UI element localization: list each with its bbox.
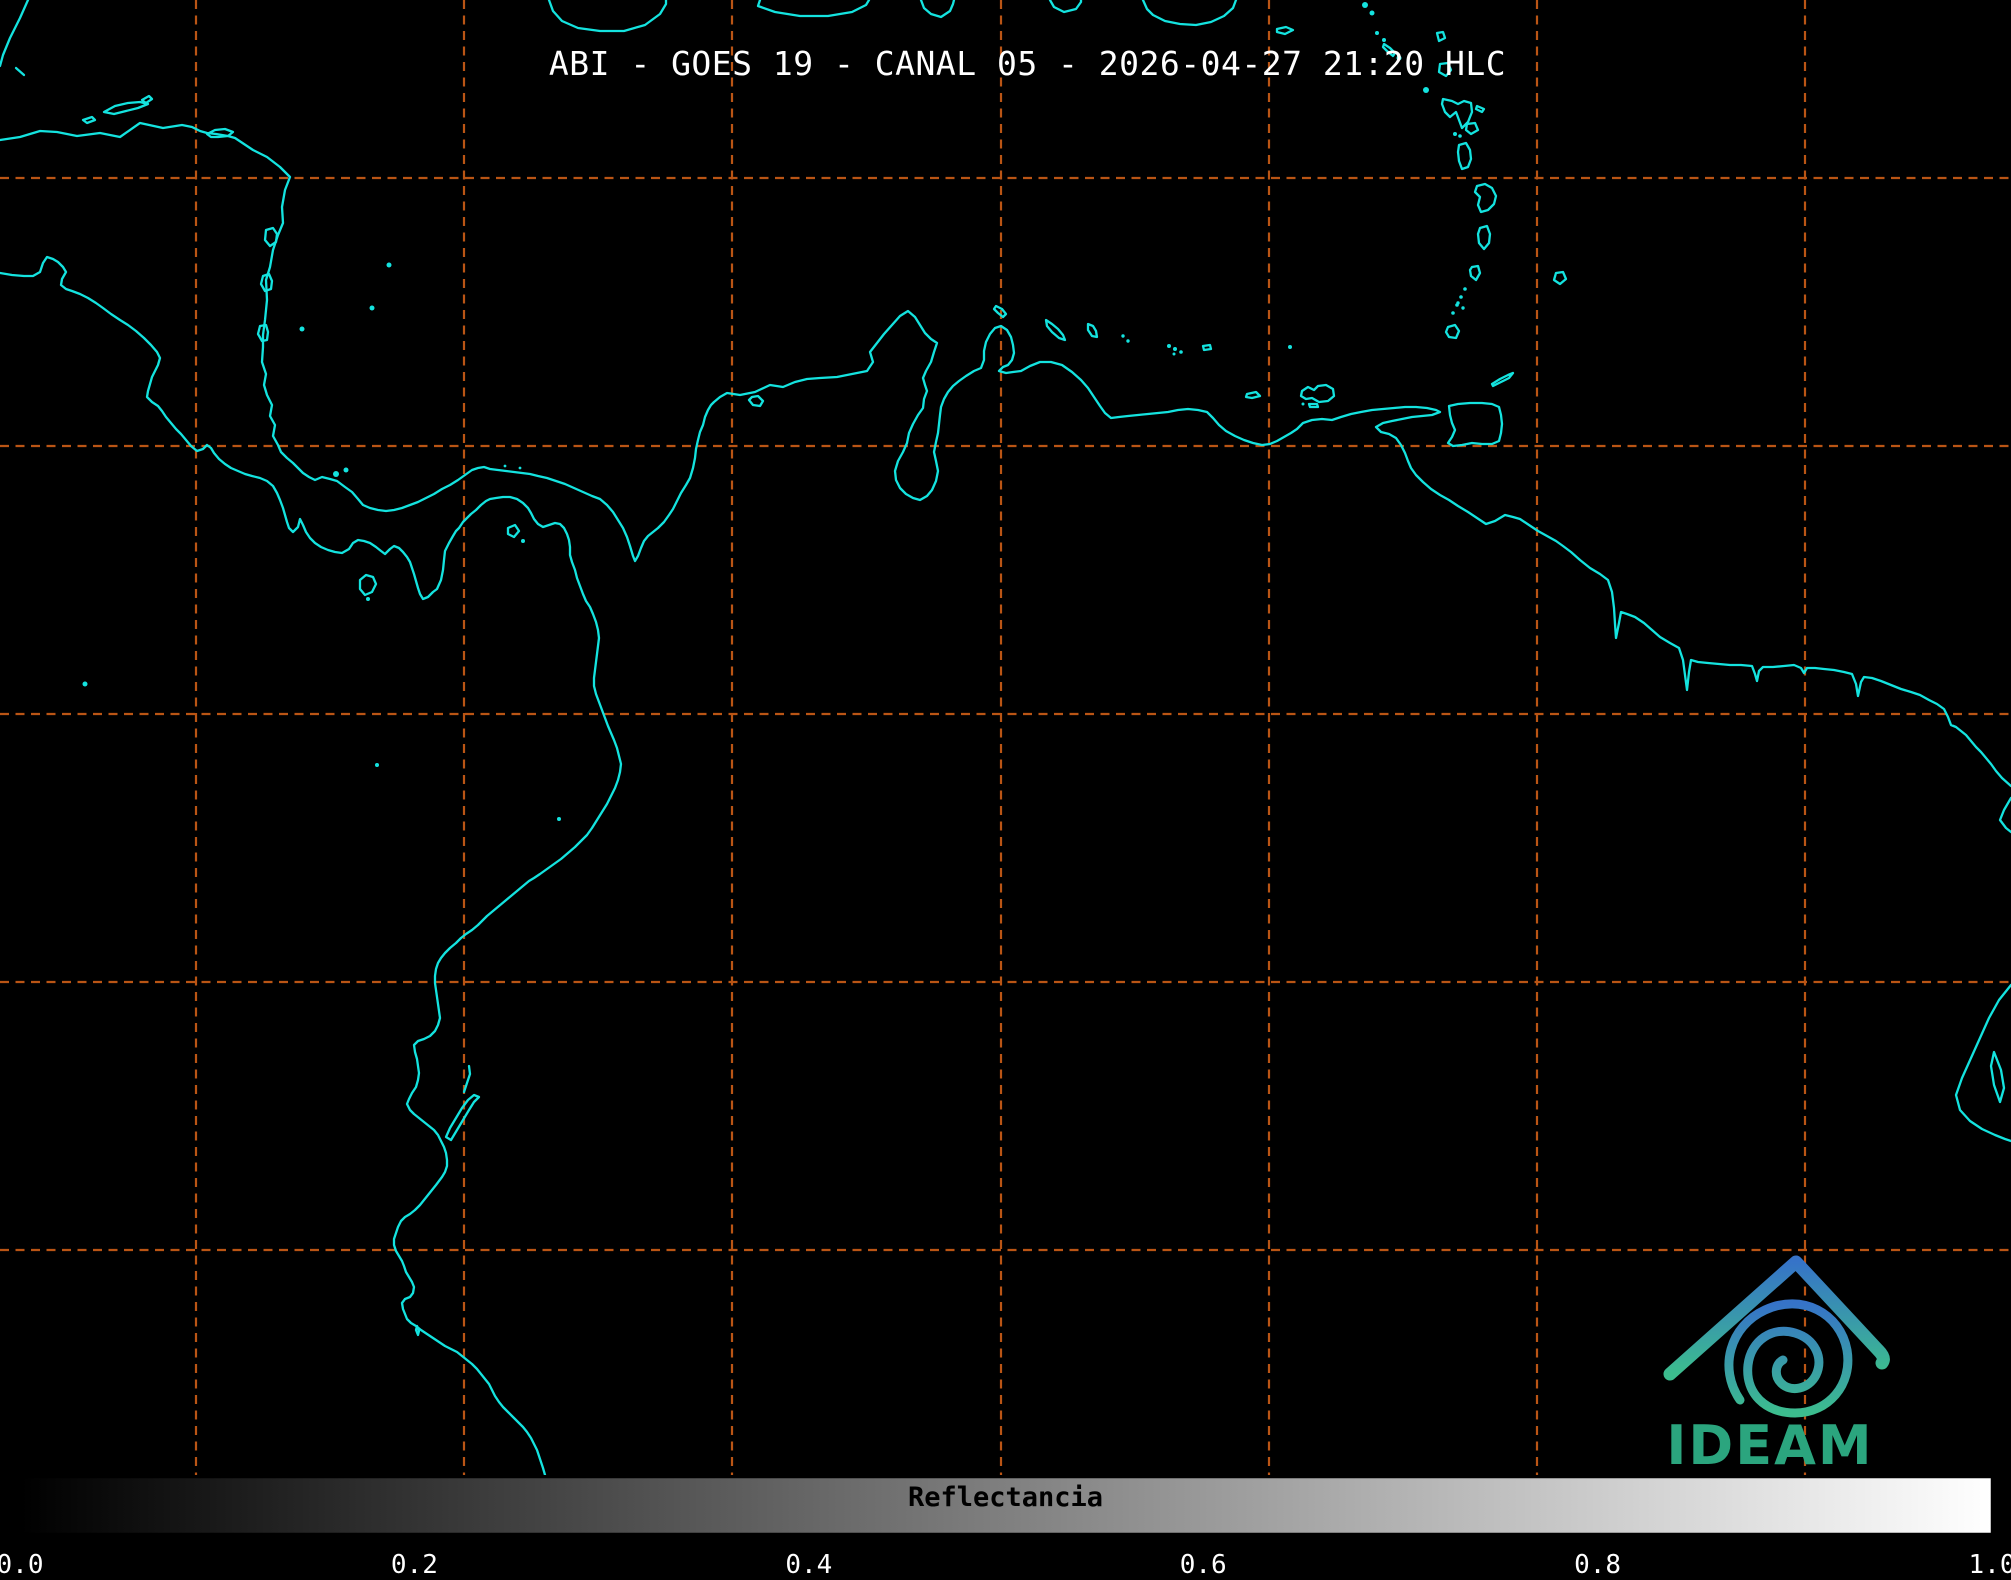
islet-aves-1	[1121, 334, 1124, 337]
islet-grenadines-2	[1459, 295, 1463, 299]
colorbar-tick-label-2: 0.4	[785, 1550, 832, 1580]
logo-mountain-icon	[1670, 1262, 1883, 1413]
colorbar-tick-label-4: 0.8	[1574, 1550, 1621, 1580]
ideam-logo: IDEAM	[1640, 1238, 1900, 1478]
islet-grenadines-4	[1451, 311, 1455, 315]
islet-bocas-1	[333, 471, 339, 477]
colorbar-tick-label-5: 1.0	[1969, 1550, 2011, 1580]
islet-saintes-2	[1458, 134, 1462, 138]
islet-roques-3	[1179, 350, 1183, 354]
colorbar-tick-label-1: 0.2	[391, 1550, 438, 1580]
islet-st-barth	[1370, 11, 1375, 16]
islet-grenadines-1	[1463, 287, 1467, 291]
islet-sanblas-2	[519, 467, 522, 470]
islet-sanblas-1	[504, 465, 507, 468]
islet-gorgona	[557, 817, 561, 821]
islet-st-martin	[1362, 2, 1368, 8]
islet-pearl-s	[521, 539, 525, 543]
islet-testigos-1	[1456, 301, 1459, 304]
islet-roques-1	[1167, 344, 1171, 348]
islet-testigos-2	[1461, 306, 1464, 309]
islet-corn	[300, 327, 305, 332]
colorbar-ticks-minor	[119, 1535, 1894, 1545]
islet-statia	[1382, 38, 1386, 42]
colorbar-tick-label-3: 0.6	[1180, 1550, 1227, 1580]
islet-cocos	[83, 682, 88, 687]
islet-montserrat	[1423, 87, 1429, 93]
islet-providencia	[387, 263, 392, 268]
colorbar-label: Reflectancia	[0, 1482, 2011, 1513]
islet-aves-2	[1126, 339, 1129, 342]
islet-san-andres	[370, 306, 375, 311]
islet-blanquilla	[1288, 345, 1292, 349]
logo-spiral-stroke	[1729, 1304, 1848, 1413]
islet-bocas-2	[344, 468, 349, 473]
colorbar-tick-label-0: 0.0	[0, 1550, 43, 1580]
image-title: ABI - GOES 19 - CANAL 05 - 2026-04-27 21…	[22, 44, 2011, 83]
islet-roques-2	[1173, 347, 1177, 351]
islet-saintes-1	[1453, 132, 1457, 136]
islet-malpelo	[375, 763, 379, 767]
islet-cubagua	[1302, 403, 1305, 406]
islet-saba	[1375, 31, 1379, 35]
islet-roques-4	[1173, 353, 1176, 356]
islet-coiba-s	[366, 597, 370, 601]
logo-text: IDEAM	[1666, 1414, 1873, 1477]
